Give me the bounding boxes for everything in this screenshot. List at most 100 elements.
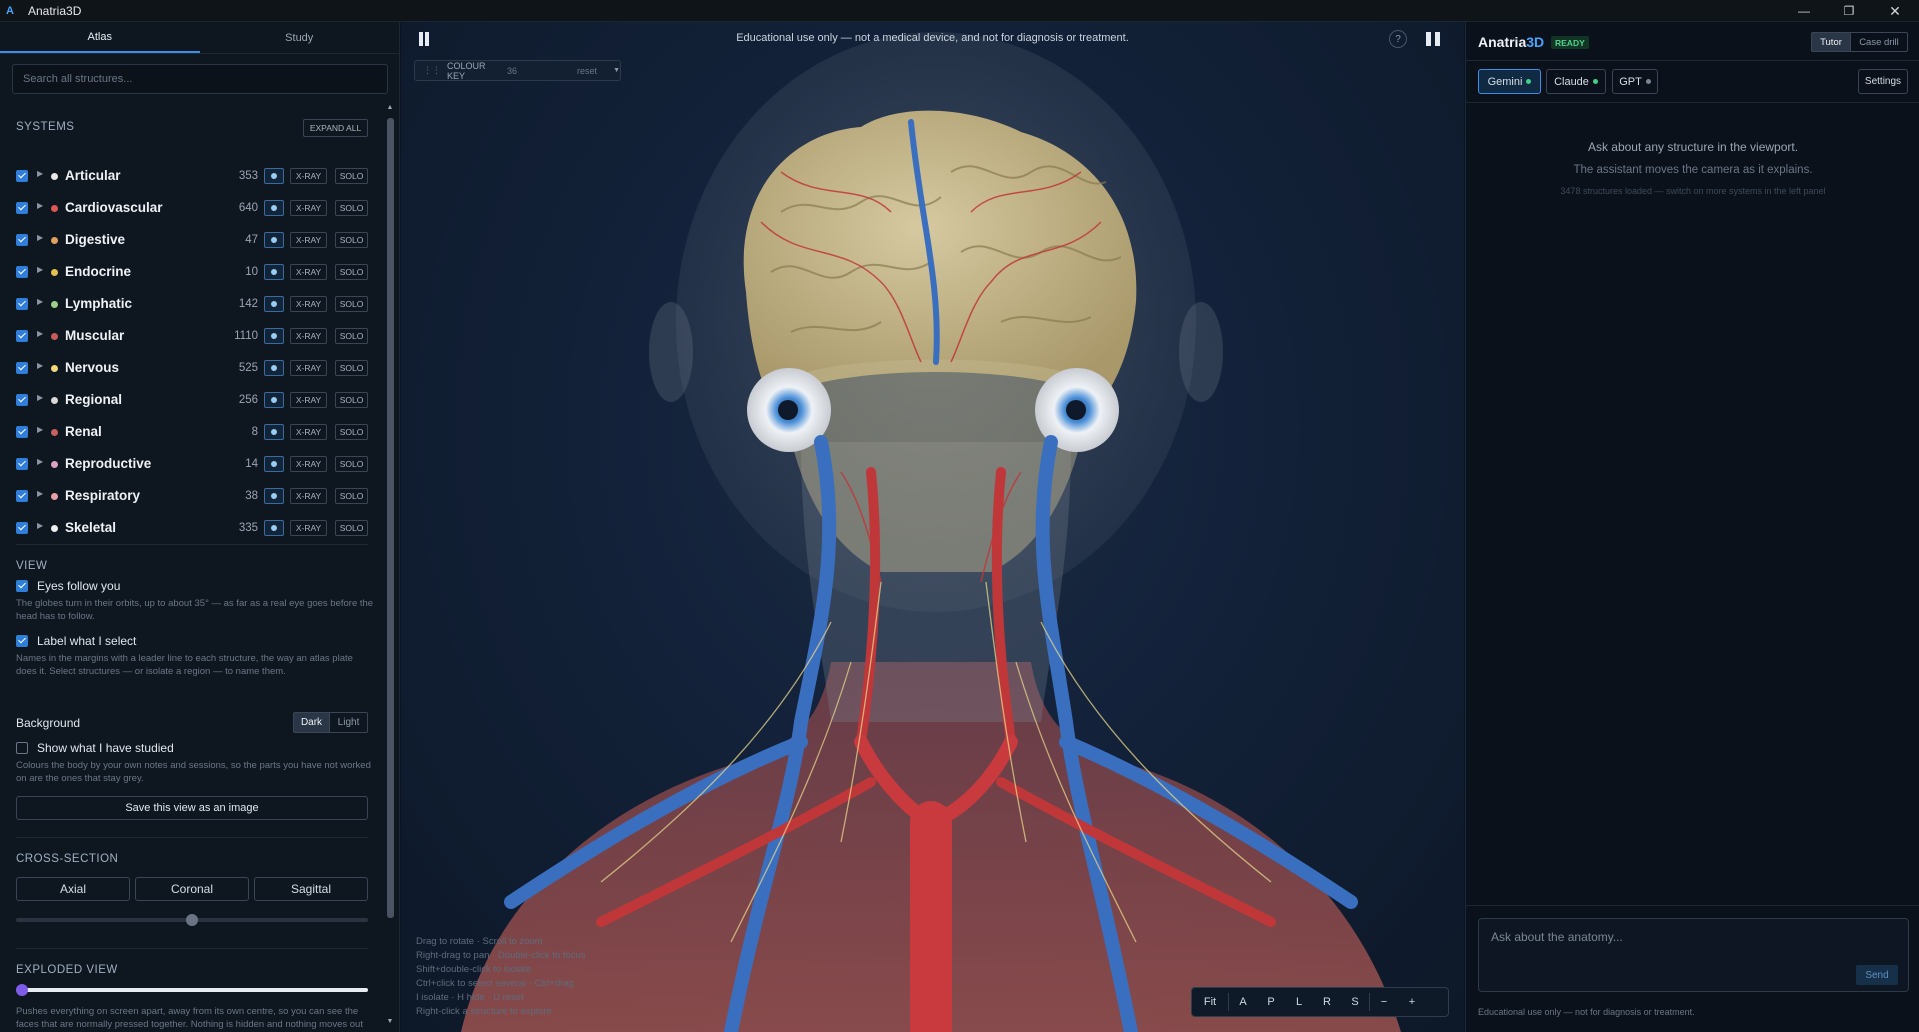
system-row-regional[interactable]: ▶ Regional 256 X-RAY SOLO (0, 384, 380, 416)
colour-key-reset[interactable]: reset (577, 66, 597, 76)
system-visible-checkbox[interactable] (16, 266, 28, 278)
solo-button[interactable]: SOLO (335, 424, 368, 440)
visibility-eye-icon[interactable] (264, 328, 284, 344)
restore-button[interactable]: ❐ (1829, 0, 1869, 22)
expand-caret-icon[interactable]: ▶ (37, 297, 43, 306)
system-visible-checkbox[interactable] (16, 202, 28, 214)
3d-viewport[interactable]: Educational use only — not a medical dev… (401, 22, 1464, 1032)
structure-search-input[interactable] (12, 64, 388, 94)
anterior-view-button[interactable]: A (1229, 987, 1257, 1017)
minimize-button[interactable]: — (1784, 0, 1824, 22)
xray-button[interactable]: X-RAY (290, 360, 327, 376)
left-view-button[interactable]: L (1285, 987, 1313, 1017)
model-claude-button[interactable]: Claude (1546, 69, 1606, 94)
coronal-button[interactable]: Coronal (135, 877, 249, 901)
anatomy-model-render[interactable] (401, 22, 1464, 1032)
scroll-up-icon[interactable]: ▲ (386, 104, 394, 111)
system-row-articular[interactable]: ▶ Articular 353 X-RAY SOLO (0, 160, 380, 192)
solo-button[interactable]: SOLO (335, 360, 368, 376)
left-scrollbar[interactable]: ▲ ▼ (385, 104, 395, 1029)
settings-button[interactable]: Settings (1858, 69, 1908, 94)
system-row-endocrine[interactable]: ▶ Endocrine 10 X-RAY SOLO (0, 256, 380, 288)
expand-caret-icon[interactable]: ▶ (37, 233, 43, 242)
drag-handle-icon[interactable]: ⋮⋮ (423, 65, 441, 76)
system-row-lymphatic[interactable]: ▶ Lymphatic 142 X-RAY SOLO (0, 288, 380, 320)
expand-caret-icon[interactable]: ▶ (37, 265, 43, 274)
solo-button[interactable]: SOLO (335, 296, 368, 312)
system-visible-checkbox[interactable] (16, 362, 28, 374)
sagittal-button[interactable]: Sagittal (254, 877, 368, 901)
xray-button[interactable]: X-RAY (290, 232, 327, 248)
xray-button[interactable]: X-RAY (290, 488, 327, 504)
visibility-eye-icon[interactable] (264, 456, 284, 472)
system-row-skeletal[interactable]: ▶ Skeletal 335 X-RAY SOLO (0, 512, 380, 544)
expand-caret-icon[interactable]: ▶ (37, 329, 43, 338)
superior-view-button[interactable]: S (1341, 987, 1369, 1017)
expand-caret-icon[interactable]: ▶ (37, 489, 43, 498)
chevron-down-icon[interactable]: ▼ (613, 67, 620, 74)
send-button[interactable]: Send (1856, 965, 1898, 985)
system-visible-checkbox[interactable] (16, 170, 28, 182)
model-gpt-button[interactable]: GPT (1612, 69, 1658, 94)
expand-caret-icon[interactable]: ▶ (37, 393, 43, 402)
show-studied-checkbox[interactable] (16, 742, 28, 754)
visibility-eye-icon[interactable] (264, 488, 284, 504)
solo-button[interactable]: SOLO (335, 200, 368, 216)
solo-button[interactable]: SOLO (335, 392, 368, 408)
system-visible-checkbox[interactable] (16, 522, 28, 534)
xray-button[interactable]: X-RAY (290, 424, 327, 440)
fit-view-button[interactable]: Fit (1192, 987, 1228, 1017)
system-visible-checkbox[interactable] (16, 330, 28, 342)
system-row-cardiovascular[interactable]: ▶ Cardiovascular 640 X-RAY SOLO (0, 192, 380, 224)
expand-caret-icon[interactable]: ▶ (37, 521, 43, 530)
solo-button[interactable]: SOLO (335, 328, 368, 344)
visibility-eye-icon[interactable] (264, 360, 284, 376)
visibility-eye-icon[interactable] (264, 200, 284, 216)
system-row-reproductive[interactable]: ▶ Reproductive 14 X-RAY SOLO (0, 448, 380, 480)
system-row-muscular[interactable]: ▶ Muscular 1110 X-RAY SOLO (0, 320, 380, 352)
xray-button[interactable]: X-RAY (290, 296, 327, 312)
cross-section-slider-thumb[interactable] (186, 914, 198, 926)
system-visible-checkbox[interactable] (16, 394, 28, 406)
tab-atlas[interactable]: Atlas (0, 22, 200, 53)
expand-caret-icon[interactable]: ▶ (37, 201, 43, 210)
xray-button[interactable]: X-RAY (290, 264, 327, 280)
visibility-eye-icon[interactable] (264, 520, 284, 536)
zoom-in-button[interactable]: + (1398, 987, 1426, 1017)
system-row-digestive[interactable]: ▶ Digestive 47 X-RAY SOLO (0, 224, 380, 256)
system-row-nervous[interactable]: ▶ Nervous 525 X-RAY SOLO (0, 352, 380, 384)
xray-button[interactable]: X-RAY (290, 392, 327, 408)
solo-button[interactable]: SOLO (335, 168, 368, 184)
axial-button[interactable]: Axial (16, 877, 130, 901)
solo-button[interactable]: SOLO (335, 488, 368, 504)
solo-button[interactable]: SOLO (335, 264, 368, 280)
visibility-eye-icon[interactable] (264, 296, 284, 312)
solo-button[interactable]: SOLO (335, 456, 368, 472)
model-gemini-button[interactable]: Gemini (1478, 69, 1541, 94)
system-visible-checkbox[interactable] (16, 490, 28, 502)
colour-key-panel[interactable]: ⋮⋮ COLOUR KEY 36 reset ▼ (414, 60, 621, 81)
chat-input[interactable] (1479, 919, 1908, 991)
case-drill-mode-button[interactable]: Case drill (1850, 32, 1908, 52)
tab-study[interactable]: Study (200, 22, 400, 53)
scrollbar-thumb[interactable] (387, 118, 394, 918)
xray-button[interactable]: X-RAY (290, 328, 327, 344)
save-image-button[interactable]: Save this view as an image (16, 796, 368, 820)
expand-all-button[interactable]: EXPAND ALL (303, 119, 368, 137)
exploded-view-slider-thumb[interactable] (16, 984, 28, 996)
xray-button[interactable]: X-RAY (290, 168, 327, 184)
solo-button[interactable]: SOLO (335, 520, 368, 536)
visibility-eye-icon[interactable] (264, 232, 284, 248)
system-row-renal[interactable]: ▶ Renal 8 X-RAY SOLO (0, 416, 380, 448)
zoom-out-button[interactable]: − (1370, 987, 1398, 1017)
visibility-eye-icon[interactable] (264, 424, 284, 440)
help-button[interactable]: ? (1389, 30, 1407, 48)
system-row-respiratory[interactable]: ▶ Respiratory 38 X-RAY SOLO (0, 480, 380, 512)
xray-button[interactable]: X-RAY (290, 200, 327, 216)
expand-caret-icon[interactable]: ▶ (37, 425, 43, 434)
system-visible-checkbox[interactable] (16, 458, 28, 470)
background-light-button[interactable]: Light (329, 712, 368, 733)
label-select-checkbox[interactable] (16, 635, 28, 647)
close-button[interactable]: ✕ (1875, 0, 1915, 22)
expand-caret-icon[interactable]: ▶ (37, 361, 43, 370)
